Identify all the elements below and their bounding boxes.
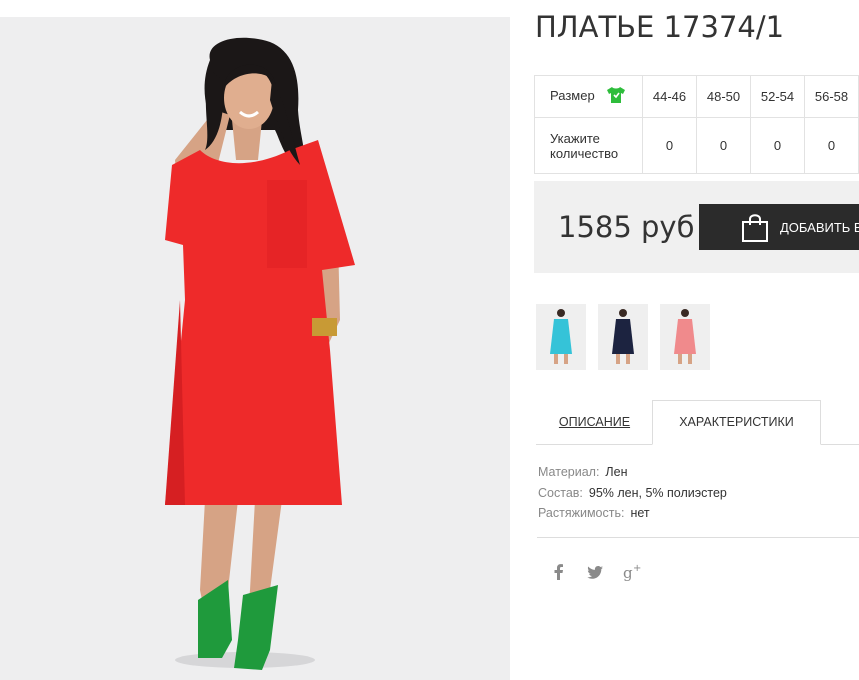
characteristic-key: Растяжимость:	[538, 506, 625, 520]
price: 1585 руб	[558, 210, 695, 244]
thumbnail-turquoise[interactable]	[536, 304, 586, 370]
size-52-54: 52-54	[750, 75, 805, 118]
thumbnail-coral[interactable]	[660, 304, 710, 370]
price-box: 1585 руб ДОБАВИТЬ В	[534, 181, 859, 273]
svg-text:+: +	[633, 563, 641, 574]
characteristic-material: Материал: Лен	[538, 462, 727, 483]
quantity-label-line1: Укажите	[550, 130, 600, 146]
twitter-icon[interactable]	[585, 562, 605, 582]
characteristic-key: Материал:	[538, 465, 600, 479]
size-44-46: 44-46	[642, 75, 697, 118]
characteristic-value: Лен	[605, 465, 628, 479]
product-title: ПЛАТЬЕ 17374/1	[535, 10, 785, 44]
characteristic-stretch: Растяжимость: нет	[538, 503, 727, 524]
characteristic-composition: Состав: 95% лен, 5% полиэстер	[538, 483, 727, 504]
characteristic-value: нет	[630, 506, 650, 520]
divider	[537, 537, 859, 538]
model-in-red-dress-image	[0, 17, 510, 680]
quantity-input-48-50[interactable]: 0	[696, 117, 751, 174]
quantity-input-44-46[interactable]: 0	[642, 117, 697, 174]
shopping-bag-icon	[741, 213, 769, 246]
quantity-input-56-58[interactable]: 0	[804, 117, 859, 174]
thumbnail-navy[interactable]	[598, 304, 648, 370]
quantity-label-cell: Укажите количество	[534, 117, 643, 174]
tab-characteristics[interactable]: ХАРАКТЕРИСТИКИ	[652, 400, 821, 445]
google-plus-icon[interactable]: g +	[623, 562, 643, 582]
quantity-label-line2: количество	[550, 145, 619, 161]
add-to-cart-label: ДОБАВИТЬ В	[780, 220, 859, 235]
size-quantity-table: Размер 44-46 48-50 52-54 56-58 Укажите к…	[534, 75, 859, 174]
size-chart-icon[interactable]	[606, 86, 626, 107]
characteristics-list: Материал: Лен Состав: 95% лен, 5% полиэсте…	[538, 462, 727, 524]
size-48-50: 48-50	[696, 75, 751, 118]
characteristic-value: 95% лен, 5% полиэстер	[588, 485, 727, 500]
quantity-input-52-54[interactable]: 0	[750, 117, 805, 174]
tab-description[interactable]: ОПИСАНИЕ	[536, 401, 653, 444]
size-56-58: 56-58	[804, 75, 859, 118]
product-main-photo[interactable]	[0, 17, 510, 680]
size-label: Размер	[550, 87, 595, 103]
facebook-icon[interactable]	[549, 562, 569, 582]
svg-text:g: g	[623, 564, 633, 582]
characteristic-key: Состав:	[538, 485, 583, 500]
size-label-cell: Размер	[534, 75, 643, 118]
add-to-cart-button[interactable]: ДОБАВИТЬ В	[699, 204, 859, 250]
